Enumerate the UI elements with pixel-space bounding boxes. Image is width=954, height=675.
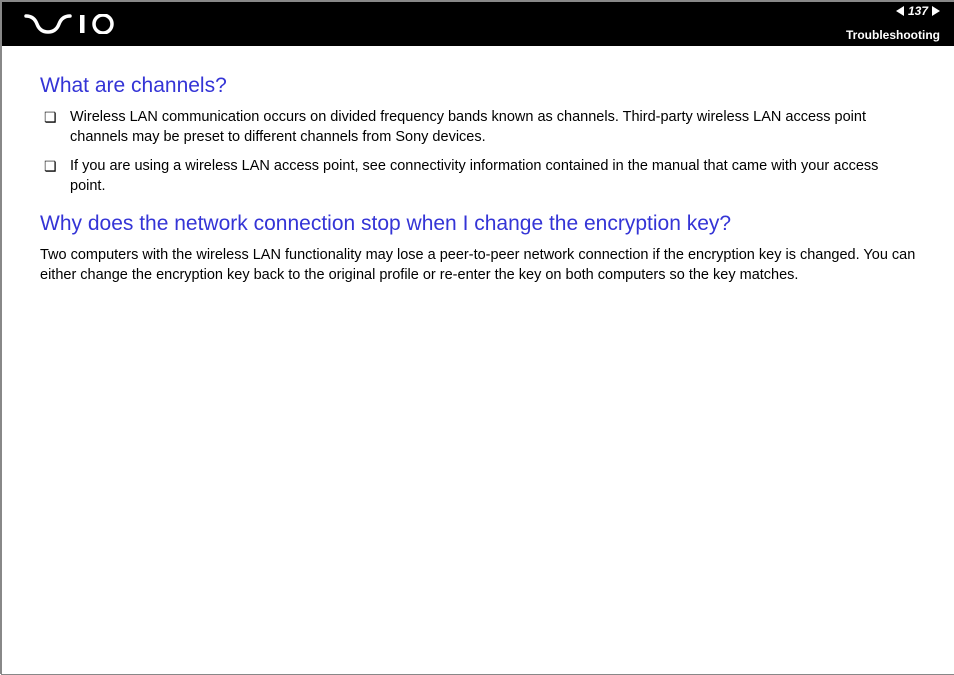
page-navigator: 137 [896, 4, 940, 18]
list-item: If you are using a wireless LAN access p… [44, 157, 916, 196]
question-heading-2: Why does the network connection stop whe… [40, 212, 916, 236]
question-heading-1: What are channels? [40, 74, 916, 98]
list-item: Wireless LAN communication occurs on div… [44, 108, 916, 147]
answer-bullets-1: Wireless LAN communication occurs on div… [40, 108, 916, 196]
page-number: 137 [908, 4, 928, 18]
prev-page-icon[interactable] [896, 6, 904, 16]
page-header: 137 Troubleshooting [2, 2, 954, 46]
section-label: Troubleshooting [846, 28, 940, 42]
page-content: What are channels? Wireless LAN communic… [2, 46, 954, 305]
next-page-icon[interactable] [932, 6, 940, 16]
vaio-logo [20, 14, 130, 34]
answer-body-2: Two computers with the wireless LAN func… [40, 246, 916, 285]
